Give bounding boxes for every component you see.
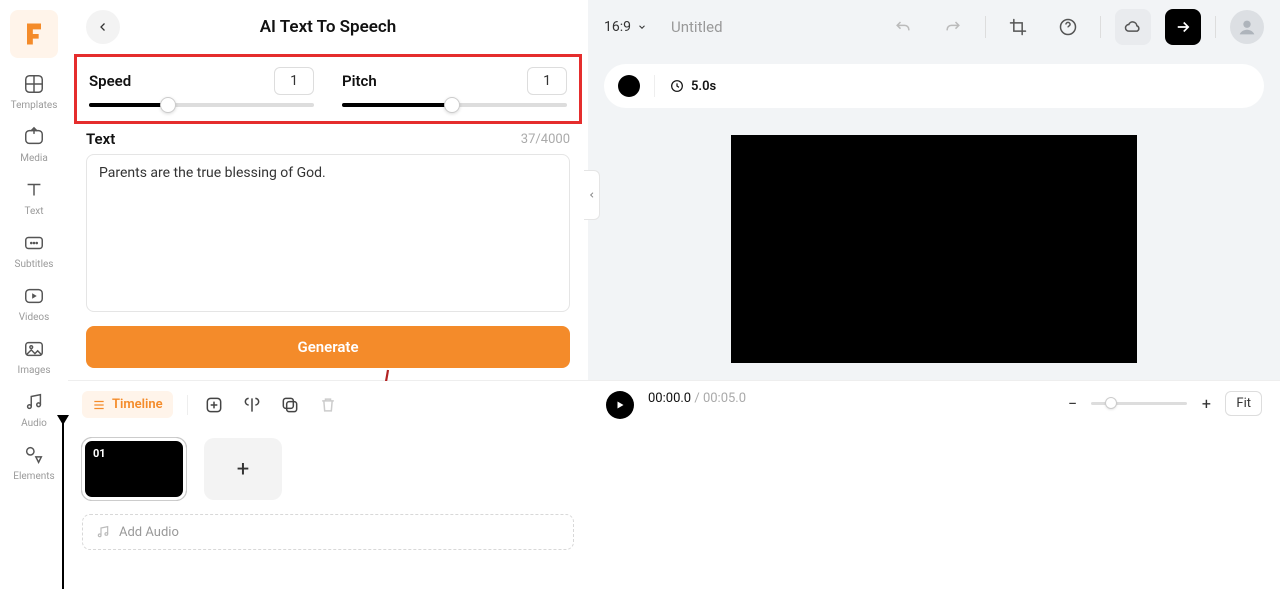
nav-media[interactable]: Media (20, 125, 48, 164)
music-note-icon (95, 524, 111, 540)
timeline-icon (92, 398, 106, 412)
elements-icon (22, 443, 46, 467)
back-button[interactable] (86, 10, 120, 44)
add-clip-button[interactable]: + (204, 438, 282, 500)
fit-button[interactable]: Fit (1225, 391, 1262, 416)
nav-label: Templates (11, 100, 58, 111)
add-audio-button[interactable]: Add Audio (82, 514, 574, 550)
pitch-value-input[interactable]: 1 (527, 67, 567, 95)
duplicate-button[interactable] (278, 393, 302, 417)
nav-label: Text (24, 206, 43, 217)
collapse-panel-button[interactable] (584, 170, 600, 220)
pitch-slider[interactable] (342, 103, 567, 107)
nav-label: Elements (13, 471, 54, 482)
nav-elements[interactable]: Elements (13, 443, 54, 482)
nav-label: Subtitles (15, 259, 54, 270)
play-button[interactable] (606, 391, 634, 419)
clip-info-bar[interactable]: 5.0s (604, 64, 1264, 108)
redo-button[interactable] (935, 9, 971, 45)
current-time: 00:00.0 (648, 391, 691, 406)
undo-button[interactable] (885, 9, 921, 45)
zoom-out-button[interactable]: − (1063, 395, 1081, 413)
speed-label: Speed (89, 72, 131, 90)
text-icon (22, 178, 46, 202)
clip-number: 01 (93, 447, 106, 460)
nav-label: Audio (21, 418, 47, 429)
delete-button[interactable] (316, 393, 340, 417)
split-button[interactable] (240, 393, 264, 417)
app-logo[interactable] (10, 10, 58, 58)
text-label: Text (86, 130, 115, 148)
clip-thumbnail[interactable]: 01 (82, 438, 186, 500)
nav-audio[interactable]: Audio (21, 390, 47, 429)
nav-label: Images (17, 365, 50, 376)
nav-videos[interactable]: Videos (19, 284, 50, 323)
crop-button[interactable] (1000, 9, 1036, 45)
nav-subtitles[interactable]: Subtitles (15, 231, 54, 270)
generate-button[interactable]: Generate (86, 326, 570, 368)
total-time: 00:05.0 (703, 391, 746, 406)
clock-icon (669, 78, 685, 94)
video-preview[interactable] (731, 135, 1137, 363)
clip-duration: 5.0s (669, 78, 716, 94)
speed-slider[interactable] (89, 103, 314, 107)
audio-icon (22, 390, 46, 414)
play-icon (614, 399, 626, 411)
zoom-in-button[interactable]: + (1197, 395, 1215, 413)
images-icon (22, 337, 46, 361)
user-avatar[interactable] (1230, 10, 1264, 44)
aspect-ratio-dropdown[interactable]: 16:9 (604, 19, 647, 35)
chevron-down-icon (637, 22, 647, 32)
panel-title: AI Text To Speech (68, 17, 588, 37)
videos-icon (22, 284, 46, 308)
tts-text-input[interactable] (86, 154, 570, 312)
timeline-toggle[interactable]: Timeline (82, 391, 173, 418)
timeline-badge-label: Timeline (112, 397, 163, 412)
cloud-button[interactable] (1115, 9, 1151, 45)
help-button[interactable] (1050, 9, 1086, 45)
zoom-slider[interactable] (1091, 402, 1187, 405)
timeline-playhead[interactable] (62, 421, 64, 589)
add-button[interactable] (202, 393, 226, 417)
nav-templates[interactable]: Templates (11, 72, 58, 111)
pitch-label: Pitch (342, 72, 377, 90)
subtitles-icon (22, 231, 46, 255)
project-title-input[interactable] (671, 18, 791, 36)
clip-color-swatch[interactable] (618, 75, 640, 97)
highlight-annotation: Speed 1 Pitch 1 (74, 54, 582, 124)
export-button[interactable] (1165, 9, 1201, 45)
aspect-ratio-value: 16:9 (604, 19, 631, 35)
clip-duration-value: 5.0s (691, 79, 716, 94)
templates-icon (22, 72, 46, 96)
text-char-count: 37/4000 (521, 132, 570, 147)
add-audio-label: Add Audio (119, 525, 179, 540)
speed-value-input[interactable]: 1 (274, 67, 314, 95)
nav-images[interactable]: Images (17, 337, 50, 376)
nav-label: Media (20, 153, 48, 164)
nav-label: Videos (19, 312, 50, 323)
nav-text[interactable]: Text (22, 178, 46, 217)
playback-time: 00:00.0 / 00:05.0 (648, 391, 746, 406)
media-icon (22, 125, 46, 149)
